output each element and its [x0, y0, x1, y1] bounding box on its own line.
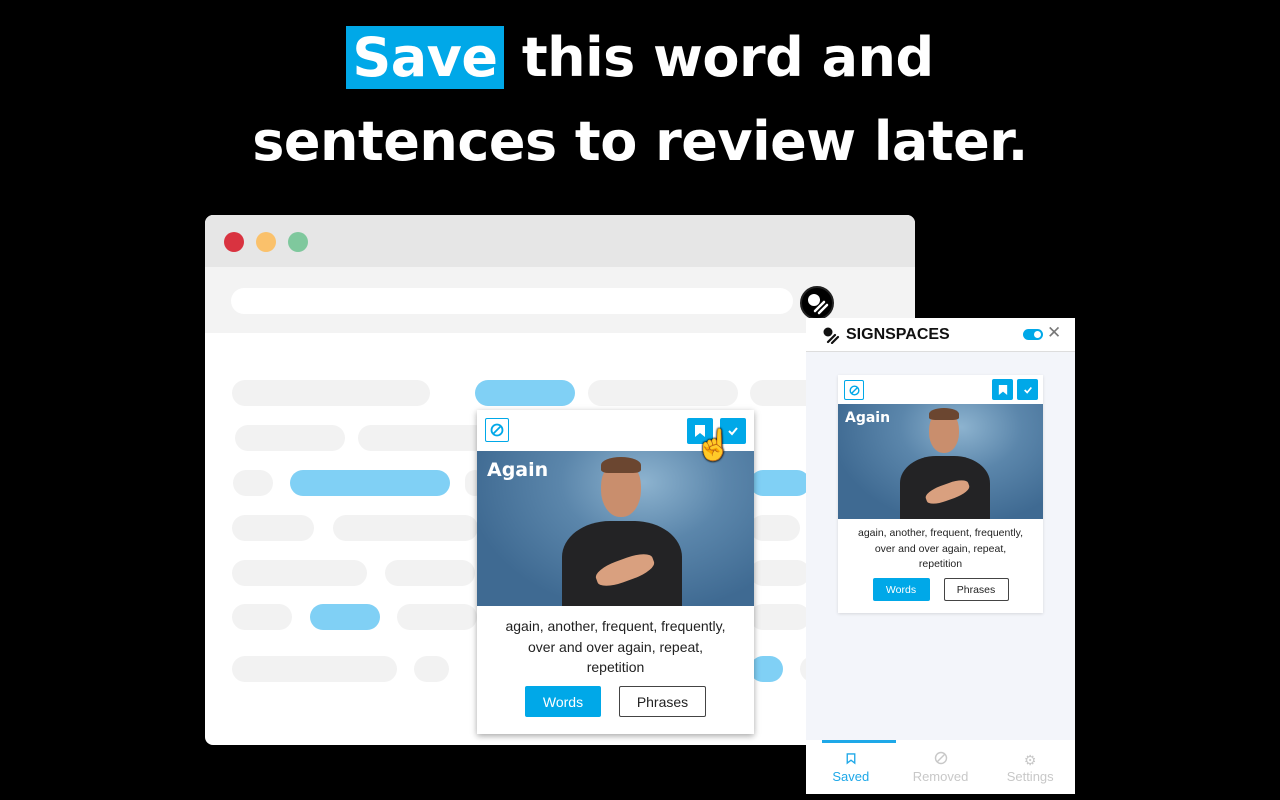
signspaces-extension-button[interactable]: [800, 286, 834, 320]
headline-rest: this word and: [521, 26, 934, 89]
words-button[interactable]: Words: [872, 578, 930, 601]
minimize-window-button[interactable]: [256, 232, 276, 252]
skeleton-line: [588, 380, 738, 406]
skeleton-line: [414, 656, 449, 682]
check-icon: [1023, 386, 1032, 394]
tab-removed[interactable]: Removed: [896, 740, 986, 794]
address-bar[interactable]: [231, 288, 793, 314]
skeleton-line: [232, 560, 367, 586]
skeleton-line: [233, 470, 273, 496]
skeleton-line: [232, 604, 292, 630]
sign-word-label: Again: [487, 459, 549, 481]
sign-description: again, another, frequent, frequently, ov…: [505, 618, 726, 675]
category-buttons: Words Phrases: [838, 578, 1043, 601]
skeleton-line: [333, 515, 478, 541]
close-icon[interactable]: ✕: [1047, 323, 1061, 343]
skeleton-highlight: [310, 604, 380, 630]
sign-video[interactable]: Again: [838, 404, 1043, 519]
enable-toggle[interactable]: [1023, 329, 1043, 340]
skeleton-highlight: [290, 470, 450, 496]
skeleton-line: [385, 560, 475, 586]
phrases-button[interactable]: Phrases: [619, 686, 706, 717]
skeleton-line: [232, 515, 314, 541]
signspaces-side-panel: SIGNSPACES ✕ Again again, another, frequ…: [806, 318, 1075, 794]
bookmark-icon: [846, 751, 856, 769]
gear-icon: ⚙: [1023, 751, 1037, 768]
mark-learned-button[interactable]: [1017, 379, 1038, 400]
tab-label: Removed: [912, 768, 969, 784]
brand: SIGNSPACES: [822, 326, 950, 344]
tab-label: Settings: [1006, 768, 1054, 784]
skeleton-highlight: [750, 470, 810, 496]
headline-line-2: sentences to review later.: [252, 110, 1028, 173]
tab-label: Saved: [832, 768, 870, 784]
skeleton-line: [235, 425, 345, 451]
close-window-button[interactable]: [224, 232, 244, 252]
maximize-window-button[interactable]: [288, 232, 308, 252]
skeleton-line: [397, 604, 477, 630]
sign-description: again, another, frequent, frequently, ov…: [857, 527, 1023, 570]
tab-saved[interactable]: Saved: [806, 740, 896, 794]
panel-header: SIGNSPACES ✕: [806, 318, 1075, 352]
skeleton-highlight: [475, 380, 575, 406]
skeleton-line: [750, 604, 810, 630]
bookmark-icon: [998, 384, 1007, 395]
skeleton-line: [750, 515, 800, 541]
hand-pointer-icon: ☝: [695, 429, 733, 462]
brand-name: SIGNSPACES: [846, 326, 950, 343]
block-icon: [490, 423, 504, 437]
block-icon: [848, 384, 860, 396]
remove-button[interactable]: [485, 418, 509, 442]
saved-sign-card: Again again, another, frequent, frequent…: [838, 375, 1043, 613]
signer-hair: [601, 457, 641, 473]
skeleton-line: [358, 425, 488, 451]
block-icon: [934, 751, 948, 769]
signspaces-logo-icon: [823, 327, 840, 344]
save-button[interactable]: [992, 379, 1013, 400]
tab-settings[interactable]: ⚙ Settings: [985, 740, 1075, 794]
skeleton-highlight: [750, 656, 783, 682]
browser-titlebar: [205, 215, 915, 267]
category-buttons: Words Phrases: [477, 686, 754, 717]
skeleton-line: [750, 560, 810, 586]
sign-word-label: Again: [845, 410, 891, 426]
skeleton-line: [232, 656, 397, 682]
skeleton-line: [232, 380, 430, 406]
panel-tabs: Saved Removed ⚙ Settings: [806, 740, 1075, 794]
signspaces-logo-icon: [808, 294, 829, 315]
headline-accent: Save: [346, 26, 504, 89]
sign-video[interactable]: Again: [477, 451, 754, 606]
phrases-button[interactable]: Phrases: [943, 578, 1009, 601]
headline-line-1: Save this word and: [0, 26, 1280, 89]
signer-hair: [929, 408, 959, 420]
remove-button[interactable]: [844, 380, 864, 400]
words-button[interactable]: Words: [525, 686, 601, 717]
